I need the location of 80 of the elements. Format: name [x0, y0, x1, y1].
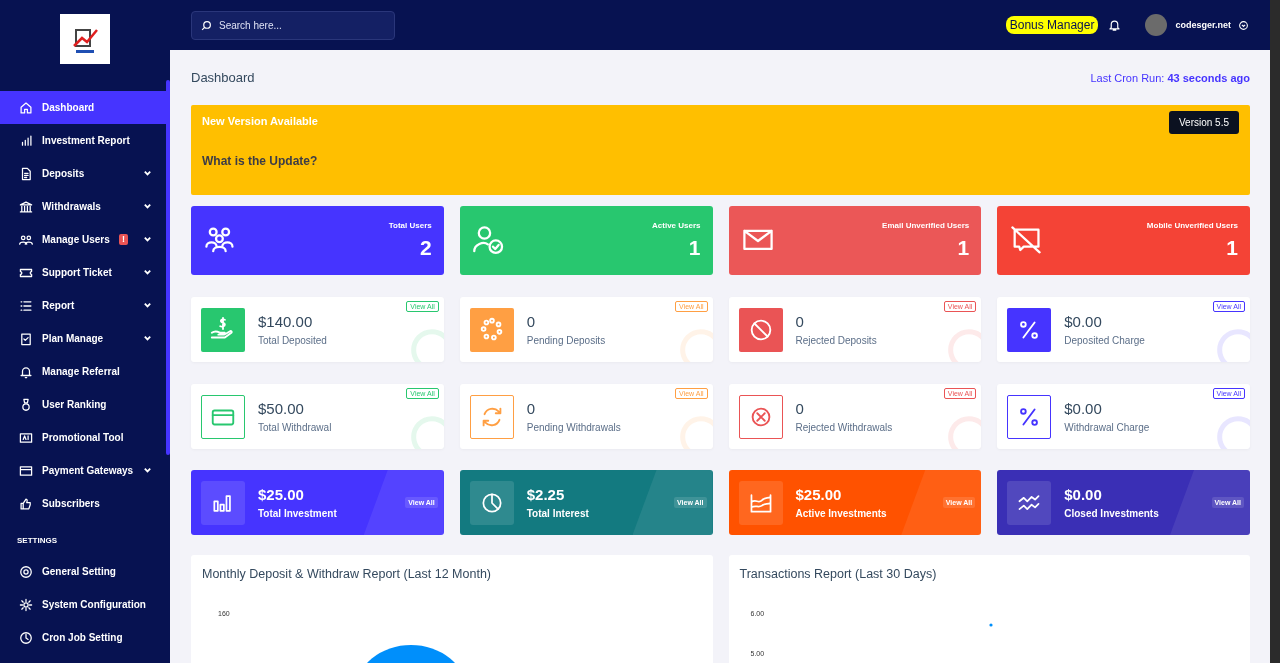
update-question: What is the Update? [202, 154, 319, 168]
medal-icon [19, 397, 33, 412]
investment-value: $2.25 [526, 486, 566, 503]
thumbs-up-icon [19, 496, 33, 511]
sidebar-item[interactable]: Plan Manage [0, 322, 166, 355]
sidebar-item[interactable]: Support Ticket [0, 256, 166, 289]
user-menu[interactable]: codesger.net [1175, 20, 1248, 30]
stat-value: 2 [420, 236, 432, 260]
investment-label: Closed Investments [1064, 508, 1159, 519]
investment-value: $25.00 [258, 486, 305, 503]
widget-label: Pending Withdrawals [526, 422, 621, 433]
avatar[interactable] [1145, 14, 1168, 36]
sidebar-item[interactable]: Subscribers [0, 487, 166, 520]
sidebar-item[interactable]: General Setting [0, 555, 166, 588]
version-badge: Version 5.5 [1168, 111, 1239, 134]
stat-value: 1 [1226, 236, 1238, 260]
sidebar-item[interactable]: Deposits [0, 157, 166, 190]
stat-value: 1 [688, 236, 701, 260]
widget-value: $140.00 [258, 313, 314, 330]
widget-value: $0.00 [1064, 313, 1103, 330]
bank-icon [19, 199, 33, 214]
widget-value: 0 [795, 400, 805, 417]
widget-value: 0 [526, 400, 537, 417]
bell-icon[interactable] [1108, 18, 1122, 32]
ad-icon [19, 430, 33, 445]
list-icon [19, 298, 33, 313]
widget-label: Total Deposited [258, 335, 327, 346]
widget-label: Pending Deposits [526, 335, 606, 346]
stat-label: Active Users [652, 221, 701, 230]
search-field[interactable]: Search here... [191, 10, 395, 40]
section-heading: SETTINGS [16, 535, 58, 547]
home-icon [19, 100, 33, 115]
bonus-manager-link[interactable]: Bonus Manager [1005, 16, 1099, 34]
chart-title: Monthly Deposit & Withdraw Report (Last 12 Month) [202, 567, 492, 581]
widget-value: 0 [795, 313, 805, 330]
stat-value: 1 [957, 236, 970, 260]
search-icon [201, 19, 212, 31]
alert-badge: ! [119, 234, 128, 245]
scrollbar-thumb[interactable] [166, 80, 170, 455]
widget-label: Rejected Deposits [795, 335, 877, 346]
bell-icon [19, 364, 33, 379]
sidebar-item[interactable]: Manage Referral [0, 355, 166, 388]
stat-label: Total Users [388, 221, 432, 230]
clipboard-icon [19, 331, 33, 346]
sidebar-item[interactable]: System Configuration [0, 588, 166, 621]
investment-value: $25.00 [795, 486, 843, 503]
stat-label: Email Unverified Users [882, 221, 970, 230]
investment-value: $0.00 [1064, 486, 1103, 503]
sidebar-item[interactable]: User Ranking [0, 388, 166, 421]
chart-title: Transactions Report (Last 30 Days) [739, 567, 938, 581]
clock-icon [19, 630, 33, 645]
widget-value: $50.00 [258, 400, 305, 417]
sidebar-item[interactable]: Promotional Tool [0, 421, 166, 454]
page-title: Dashboard [191, 70, 255, 85]
cron-status: Last Cron Run: 43 seconds ago [1090, 71, 1250, 84]
chevron-down-icon [1239, 20, 1248, 30]
widget-value: $0.00 [1064, 400, 1103, 417]
widget-label: Rejected Withdrawals [795, 422, 893, 433]
sidebar-item[interactable]: Withdrawals [0, 190, 166, 223]
sidebar-item[interactable]: Payment Gateways [0, 454, 166, 487]
investment-label: Total Investment [258, 508, 337, 519]
widget-label: Withdrawal Charge [1064, 422, 1150, 433]
sidebar-item[interactable]: Investment Report [0, 124, 166, 157]
sidebar-item[interactable]: Manage Users ! [0, 223, 166, 256]
card-icon [19, 463, 33, 478]
bar-chart-icon [19, 133, 33, 148]
widget-label: Total Withdrawal [258, 422, 332, 433]
stat-card[interactable]: Total Users 2 [191, 206, 444, 275]
stat-label: Mobile Unverified Users [1146, 221, 1238, 230]
document-icon [19, 166, 33, 181]
sidebar-item[interactable]: Report [0, 289, 166, 322]
banner-title: New Version Available [202, 115, 318, 127]
stat-card[interactable]: Mobile Unverified Users 1 [997, 206, 1250, 275]
investment-label: Active Investments [795, 508, 887, 519]
sidebar-item[interactable]: Dashboard [0, 91, 166, 124]
sidebar-item[interactable]: Cron Job Setting [0, 621, 166, 654]
widget-label: Deposited Charge [1064, 335, 1145, 346]
investment-label: Total Interest [526, 508, 589, 519]
widget-value: 0 [526, 313, 537, 330]
data-point-icon [988, 623, 993, 627]
